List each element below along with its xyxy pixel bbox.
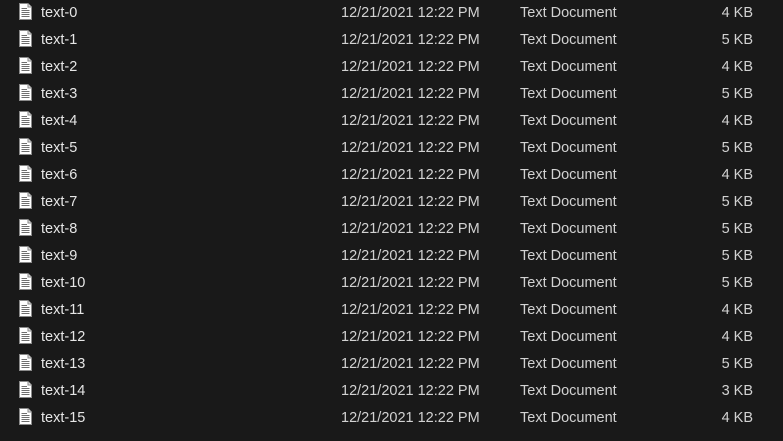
- file-size: 4 KB: [721, 302, 753, 318]
- file-date-modified: 12/21/2021 12:22 PM: [341, 275, 480, 291]
- file-type: Text Document: [520, 302, 617, 318]
- file-type: Text Document: [520, 221, 617, 237]
- file-row[interactable]: text-5 12/21/2021 12:22 PM Text Document…: [0, 135, 783, 162]
- file-row[interactable]: text-0 12/21/2021 12:22 PM Text Document…: [0, 0, 783, 27]
- file-size: 4 KB: [721, 59, 753, 75]
- file-size: 5 KB: [721, 275, 753, 291]
- file-date-modified: 12/21/2021 12:22 PM: [341, 302, 480, 318]
- file-date-modified: 12/21/2021 12:22 PM: [341, 194, 480, 210]
- file-row[interactable]: text-4 12/21/2021 12:22 PM Text Document…: [0, 108, 783, 135]
- file-name: text-9: [41, 248, 78, 264]
- file-type: Text Document: [520, 383, 617, 399]
- text-document-icon: [19, 327, 32, 344]
- file-date-modified: 12/21/2021 12:22 PM: [341, 5, 480, 21]
- file-date-modified: 12/21/2021 12:22 PM: [341, 410, 480, 426]
- text-document-icon: [19, 192, 32, 209]
- file-size: 3 KB: [721, 383, 753, 399]
- file-size: 4 KB: [721, 5, 753, 21]
- file-row[interactable]: text-10 12/21/2021 12:22 PM Text Documen…: [0, 270, 783, 297]
- file-size: 5 KB: [721, 140, 753, 156]
- text-document-icon: [19, 57, 32, 74]
- file-name: text-10: [41, 275, 86, 291]
- file-date-modified: 12/21/2021 12:22 PM: [341, 113, 480, 129]
- file-name: text-11: [41, 302, 85, 318]
- file-date-modified: 12/21/2021 12:22 PM: [341, 329, 480, 345]
- file-size: 5 KB: [721, 248, 753, 264]
- file-type: Text Document: [520, 167, 617, 183]
- text-document-icon: [19, 219, 32, 236]
- file-name: text-13: [41, 356, 86, 372]
- text-document-icon: [19, 30, 32, 47]
- file-size: 5 KB: [721, 221, 753, 237]
- file-date-modified: 12/21/2021 12:22 PM: [341, 221, 480, 237]
- file-date-modified: 12/21/2021 12:22 PM: [341, 59, 480, 75]
- file-name: text-7: [41, 194, 78, 210]
- file-date-modified: 12/21/2021 12:22 PM: [341, 248, 480, 264]
- file-row[interactable]: text-3 12/21/2021 12:22 PM Text Document…: [0, 81, 783, 108]
- file-row[interactable]: text-6 12/21/2021 12:22 PM Text Document…: [0, 162, 783, 189]
- file-row[interactable]: text-11 12/21/2021 12:22 PM Text Documen…: [0, 297, 783, 324]
- file-type: Text Document: [520, 194, 617, 210]
- file-row[interactable]: text-15 12/21/2021 12:22 PM Text Documen…: [0, 405, 783, 432]
- text-document-icon: [19, 165, 32, 182]
- file-name: text-8: [41, 221, 78, 237]
- file-type: Text Document: [520, 329, 617, 345]
- file-row[interactable]: text-2 12/21/2021 12:22 PM Text Document…: [0, 54, 783, 81]
- file-size: 5 KB: [721, 194, 753, 210]
- text-document-icon: [19, 300, 32, 317]
- file-row[interactable]: text-8 12/21/2021 12:22 PM Text Document…: [0, 216, 783, 243]
- file-date-modified: 12/21/2021 12:22 PM: [341, 383, 480, 399]
- file-name: text-12: [41, 329, 86, 345]
- file-row[interactable]: text-1 12/21/2021 12:22 PM Text Document…: [0, 27, 783, 54]
- file-type: Text Document: [520, 113, 617, 129]
- text-document-icon: [19, 273, 32, 290]
- text-document-icon: [19, 381, 32, 398]
- file-name: text-4: [41, 113, 78, 129]
- file-row[interactable]: text-13 12/21/2021 12:22 PM Text Documen…: [0, 351, 783, 378]
- file-name: text-3: [41, 86, 78, 102]
- text-document-icon: [19, 84, 32, 101]
- text-document-icon: [19, 111, 32, 128]
- file-date-modified: 12/21/2021 12:22 PM: [341, 167, 480, 183]
- file-type: Text Document: [520, 410, 617, 426]
- file-name: text-1: [41, 32, 78, 48]
- file-size: 4 KB: [721, 167, 753, 183]
- file-name: text-5: [41, 140, 78, 156]
- file-type: Text Document: [520, 59, 617, 75]
- file-name: text-15: [41, 410, 86, 426]
- file-type: Text Document: [520, 356, 617, 372]
- file-size: 4 KB: [721, 410, 753, 426]
- file-date-modified: 12/21/2021 12:22 PM: [341, 356, 480, 372]
- file-name: text-2: [41, 59, 78, 75]
- file-name: text-14: [41, 383, 86, 399]
- file-row[interactable]: text-12 12/21/2021 12:22 PM Text Documen…: [0, 324, 783, 351]
- file-type: Text Document: [520, 248, 617, 264]
- file-size: 4 KB: [721, 113, 753, 129]
- file-type: Text Document: [520, 86, 617, 102]
- file-size: 5 KB: [721, 356, 753, 372]
- text-document-icon: [19, 354, 32, 371]
- file-size: 4 KB: [721, 329, 753, 345]
- file-name: text-0: [41, 5, 78, 21]
- text-document-icon: [19, 408, 32, 425]
- file-type: Text Document: [520, 275, 617, 291]
- text-document-icon: [19, 3, 32, 20]
- file-row[interactable]: text-7 12/21/2021 12:22 PM Text Document…: [0, 189, 783, 216]
- file-row[interactable]: text-9 12/21/2021 12:22 PM Text Document…: [0, 243, 783, 270]
- file-size: 5 KB: [721, 32, 753, 48]
- file-date-modified: 12/21/2021 12:22 PM: [341, 32, 480, 48]
- file-name: text-6: [41, 167, 78, 183]
- file-size: 5 KB: [721, 86, 753, 102]
- file-type: Text Document: [520, 5, 617, 21]
- text-document-icon: [19, 246, 32, 263]
- text-document-icon: [19, 138, 32, 155]
- file-row[interactable]: text-14 12/21/2021 12:22 PM Text Documen…: [0, 378, 783, 405]
- file-type: Text Document: [520, 140, 617, 156]
- file-list: text-0 12/21/2021 12:22 PM Text Document…: [0, 0, 783, 441]
- file-date-modified: 12/21/2021 12:22 PM: [341, 86, 480, 102]
- file-type: Text Document: [520, 32, 617, 48]
- file-date-modified: 12/21/2021 12:22 PM: [341, 140, 480, 156]
